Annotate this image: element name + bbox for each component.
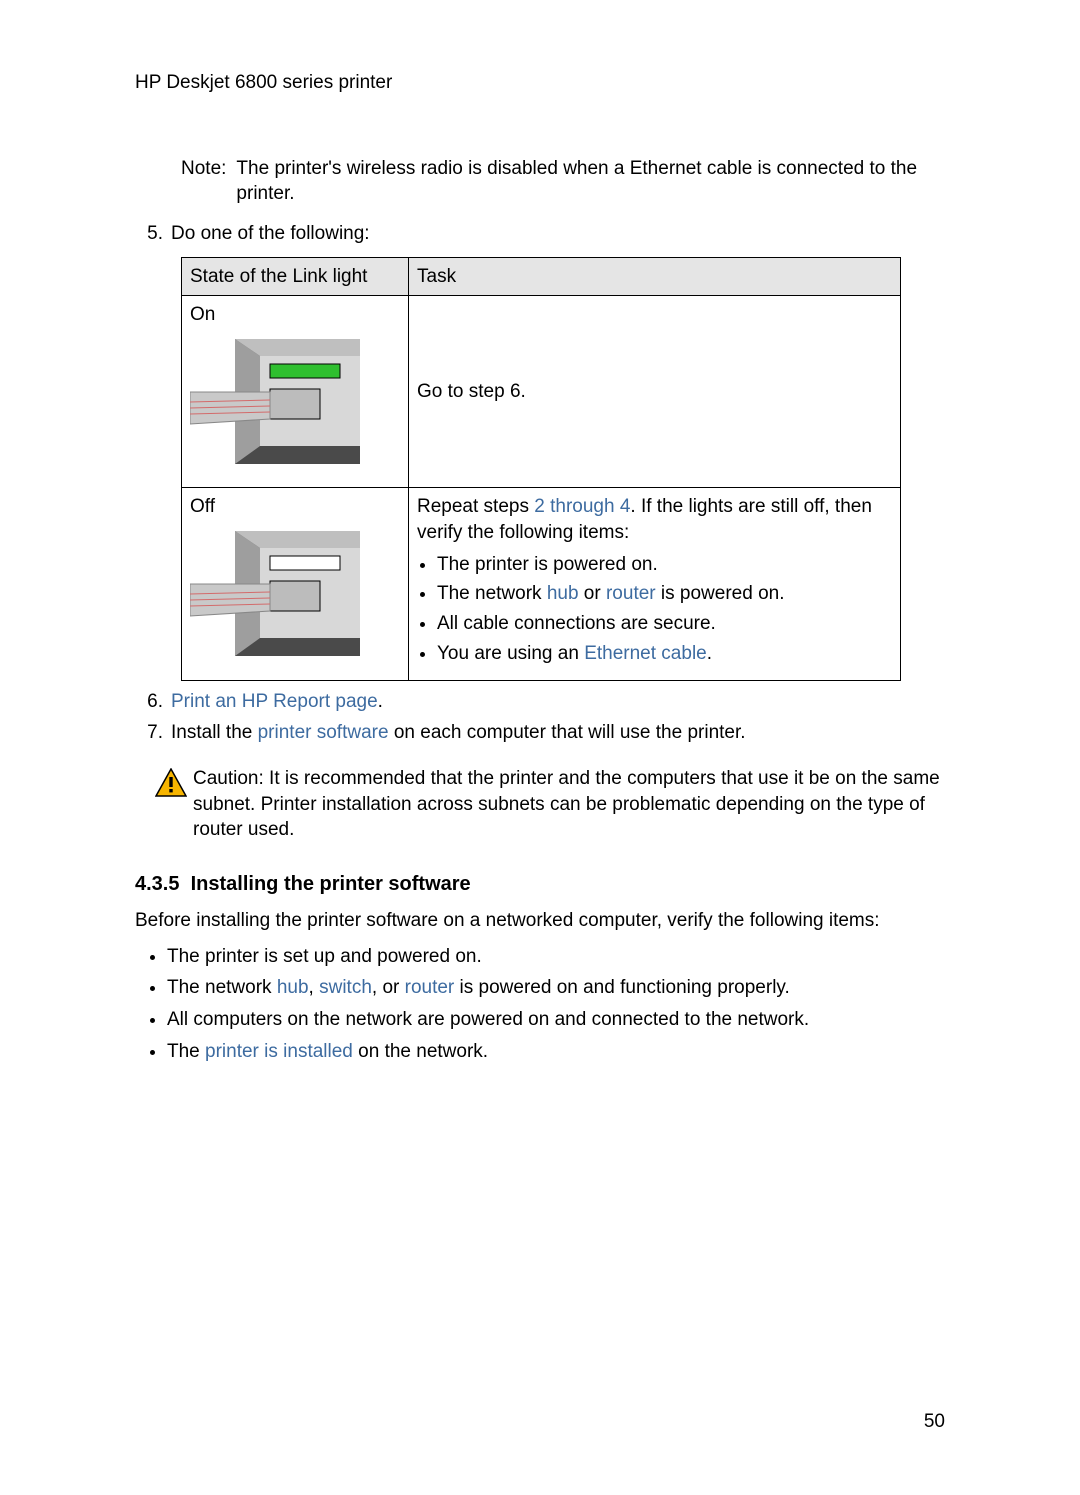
bullet-hub-router: The network hub or router is powered on.: [437, 581, 892, 607]
v4-b: on the network.: [353, 1041, 488, 1062]
step-7: 7. Install the printer software on each …: [135, 720, 945, 746]
link-hp-report-page[interactable]: Print an HP Report page: [171, 691, 378, 712]
state-on-label: On: [190, 304, 215, 325]
link-light-table: State of the Link light Task On: [181, 257, 901, 681]
link-printer-software[interactable]: printer software: [258, 722, 389, 743]
step-5: 5. Do one of the following:: [135, 221, 945, 247]
verify-printer-setup: The printer is set up and powered on.: [167, 944, 945, 970]
caution-body: It is recommended that the printer and t…: [193, 768, 940, 840]
step-7-tail: on each computer that will use the print…: [389, 722, 746, 743]
cell-task-on: Go to step 6.: [409, 296, 901, 488]
page-header-title: HP Deskjet 6800 series printer: [135, 70, 945, 96]
b4-b: .: [707, 643, 712, 664]
note-block: Note: The printer's wireless radio is di…: [181, 156, 945, 207]
cell-task-off: Repeat steps 2 through 4. If the lights …: [409, 488, 901, 680]
v2-a: The network: [167, 977, 277, 998]
step-7-lead: Install the: [171, 722, 258, 743]
step-5-number: 5.: [135, 221, 171, 247]
b2-b: or: [579, 583, 606, 604]
verify-printer-installed: The printer is installed on the network.: [167, 1039, 945, 1065]
v2-d: is powered on and functioning properly.: [454, 977, 790, 998]
th-task: Task: [409, 257, 901, 296]
verify-computers-connected: All computers on the network are powered…: [167, 1007, 945, 1033]
step-6-tail: .: [378, 691, 383, 712]
step-6-number: 6.: [135, 689, 171, 715]
page-number: 50: [924, 1409, 945, 1435]
cell-state-off: Off: [182, 488, 409, 680]
link-router-2[interactable]: router: [405, 977, 455, 998]
state-off-label: Off: [190, 496, 215, 517]
link-printer-installed[interactable]: printer is installed: [205, 1041, 353, 1062]
b4-a: You are using an: [437, 643, 584, 664]
bullet-cables-secure: All cable connections are secure.: [437, 611, 892, 637]
v4-a: The: [167, 1041, 205, 1062]
caution-block: Caution: It is recommended that the prin…: [155, 766, 945, 843]
note-label: Note:: [181, 156, 236, 207]
v2-b: ,: [309, 977, 320, 998]
caution-icon: [155, 766, 193, 806]
verify-list: The printer is set up and powered on. Th…: [147, 944, 945, 1065]
off-bullet-list: The printer is powered on. The network h…: [417, 552, 892, 667]
off-lead: Repeat steps: [417, 496, 534, 517]
caution-label: Caution:: [193, 768, 264, 789]
bullet-printer-on: The printer is powered on.: [437, 552, 892, 578]
step-5-text: Do one of the following:: [171, 221, 945, 247]
link-router[interactable]: router: [606, 583, 656, 604]
table-row-on: On Go to step 6.: [182, 296, 901, 488]
table-row-off: Off Repe: [182, 488, 901, 680]
table-header-row: State of the Link light Task: [182, 257, 901, 296]
section-number: 4.3.5: [135, 873, 179, 895]
step-7-number: 7.: [135, 720, 171, 746]
note-text: The printer's wireless radio is disabled…: [236, 156, 945, 207]
link-ethernet-cable[interactable]: Ethernet cable: [584, 643, 707, 664]
b2-c: is powered on.: [656, 583, 785, 604]
section-heading: 4.3.5 Installing the printer software: [135, 871, 945, 898]
intro-paragraph: Before installing the printer software o…: [135, 908, 945, 934]
verify-network-devices: The network hub, switch, or router is po…: [167, 975, 945, 1001]
b2-a: The network: [437, 583, 547, 604]
section-title: Installing the printer software: [191, 873, 471, 895]
link-hub-2[interactable]: hub: [277, 977, 309, 998]
bullet-ethernet-cable: You are using an Ethernet cable.: [437, 641, 892, 667]
cell-state-on: On: [182, 296, 409, 488]
link-steps-2-4[interactable]: 2 through 4: [534, 496, 630, 517]
link-switch[interactable]: switch: [319, 977, 372, 998]
v2-c: , or: [372, 977, 405, 998]
th-state: State of the Link light: [182, 257, 409, 296]
step-6: 6. Print an HP Report page.: [135, 689, 945, 715]
ethernet-port-off-figure: [190, 526, 400, 674]
link-hub[interactable]: hub: [547, 583, 579, 604]
ethernet-port-on-figure: [190, 334, 400, 482]
